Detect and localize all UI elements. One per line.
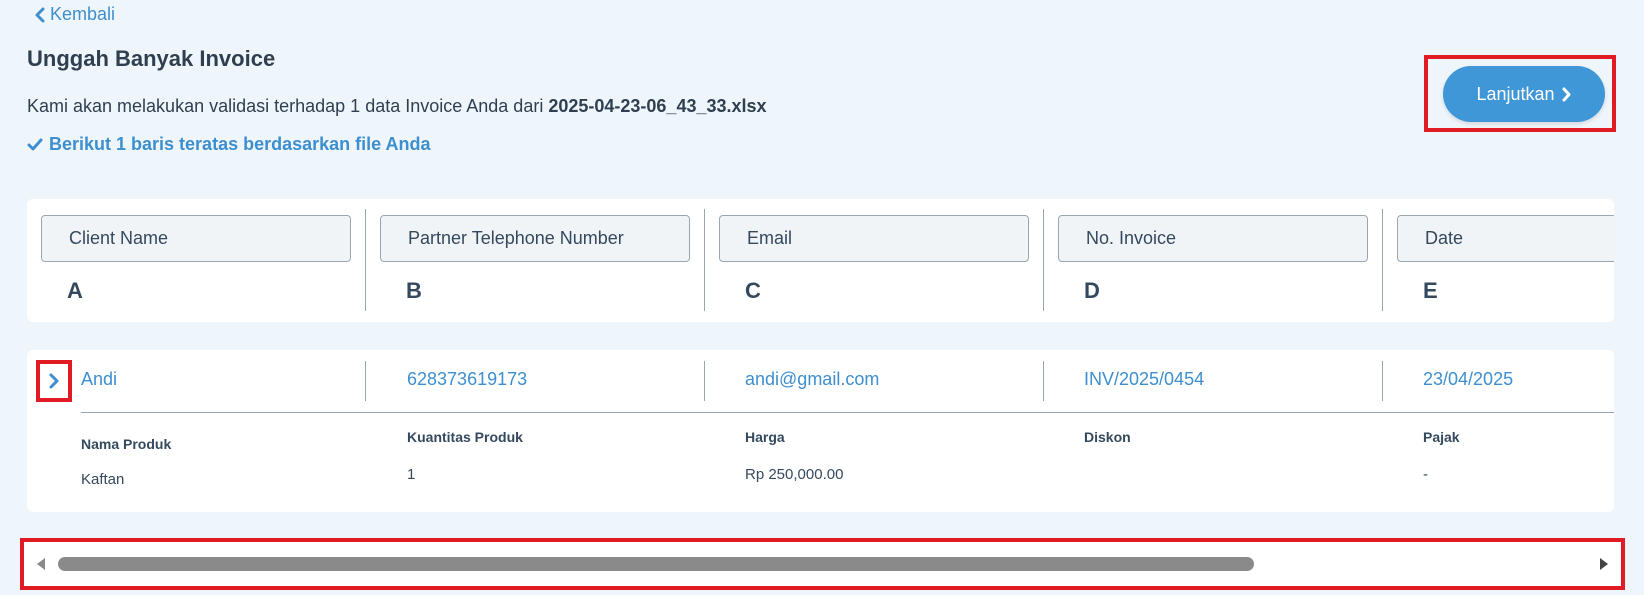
- column-letter: A: [67, 278, 83, 303]
- column-header[interactable]: Client Name: [41, 215, 351, 262]
- back-link-label: Kembali: [50, 4, 116, 24]
- file-name: 2025-04-23-06_43_33.xlsx: [548, 96, 767, 116]
- detail-label: Pajak: [1423, 429, 1460, 445]
- column-divider: [704, 209, 705, 311]
- detail-value: Rp 250,000.00: [745, 466, 844, 483]
- column-header[interactable]: Date: [1397, 215, 1614, 262]
- column-mapping-card: Client Name A Partner Telephone Number B…: [27, 199, 1614, 322]
- detail-value: -: [1423, 466, 1428, 483]
- continue-button-label: Lanjutkan: [1476, 83, 1555, 104]
- back-link[interactable]: Kembali: [34, 4, 115, 25]
- detail-value: Kaftan: [81, 471, 125, 488]
- expand-row-button[interactable]: [36, 360, 72, 402]
- cell-date: 23/04/2025: [1423, 369, 1514, 389]
- column-letter: D: [1084, 278, 1100, 303]
- preview-hint: Berikut 1 baris teratas berdasarkan file…: [27, 134, 431, 155]
- detail-value: 1: [407, 466, 416, 483]
- detail-label: Harga: [745, 429, 785, 445]
- column-letter: E: [1423, 278, 1438, 303]
- row-divider: [704, 361, 705, 401]
- column-header[interactable]: Partner Telephone Number: [380, 215, 690, 262]
- column-letter: B: [406, 278, 422, 303]
- column-divider: [1043, 209, 1044, 311]
- scroll-right-arrow-icon[interactable]: [1597, 557, 1611, 571]
- column-divider: [365, 209, 366, 311]
- column-letter: C: [745, 278, 761, 303]
- row-divider: [1382, 361, 1383, 401]
- column-header[interactable]: Email: [719, 215, 1029, 262]
- row-divider: [365, 361, 366, 401]
- chevron-right-icon: [1562, 87, 1571, 101]
- scroll-left-arrow-icon[interactable]: [34, 557, 48, 571]
- page-title: Unggah Banyak Invoice: [27, 46, 276, 71]
- horizontal-scrollbar[interactable]: [20, 538, 1625, 590]
- row-divider: [1043, 361, 1044, 401]
- cell-client-name: Andi: [81, 369, 118, 389]
- cell-email: andi@gmail.com: [745, 369, 880, 389]
- subtitle-text: Kami akan melakukan validasi terhadap 1 …: [27, 96, 544, 116]
- preview-hint-text: Berikut 1 baris teratas berdasarkan file…: [49, 134, 431, 154]
- cell-invoice-no: INV/2025/0454: [1084, 369, 1205, 389]
- detail-label: Nama Produk: [81, 436, 172, 452]
- scrollbar-thumb[interactable]: [58, 557, 1254, 571]
- chevron-right-icon: [49, 373, 59, 389]
- detail-label: Diskon: [1084, 429, 1131, 445]
- page-subtitle: Kami akan melakukan validasi terhadap 1 …: [27, 96, 767, 117]
- detail-label: Kuantitas Produk: [407, 429, 523, 445]
- chevron-left-icon: [35, 7, 45, 22]
- continue-button[interactable]: Lanjutkan: [1443, 66, 1605, 122]
- column-header[interactable]: No. Invoice: [1058, 215, 1368, 262]
- detail-divider: [81, 412, 1614, 413]
- column-divider: [1382, 209, 1383, 311]
- check-icon: [27, 138, 43, 150]
- cell-telephone: 628373619173: [407, 369, 528, 389]
